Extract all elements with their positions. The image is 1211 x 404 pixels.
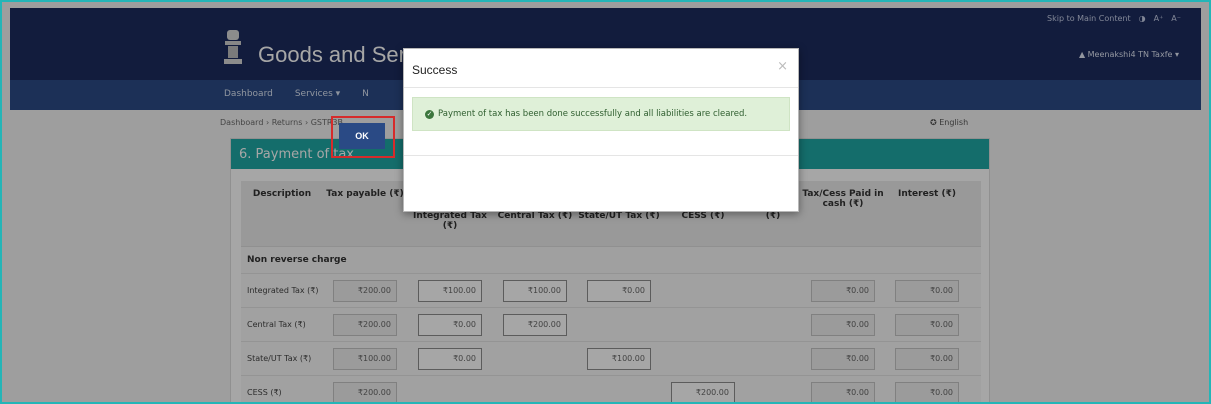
divider [404,155,798,156]
success-alert: ✓ Payment of tax has been done successfu… [412,97,790,131]
success-modal: Success × ✓ Payment of tax has been done… [403,48,799,212]
check-circle-icon: ✓ [425,109,434,119]
screenshot-frame: Skip to Main Content ◑ A⁺ A⁻ Goods and S… [0,0,1211,404]
success-message: Payment of tax has been done successfull… [438,109,748,119]
modal-title: Success [412,63,458,77]
divider [404,87,798,88]
close-icon[interactable]: × [777,59,788,74]
ok-button[interactable]: OK [339,123,385,149]
